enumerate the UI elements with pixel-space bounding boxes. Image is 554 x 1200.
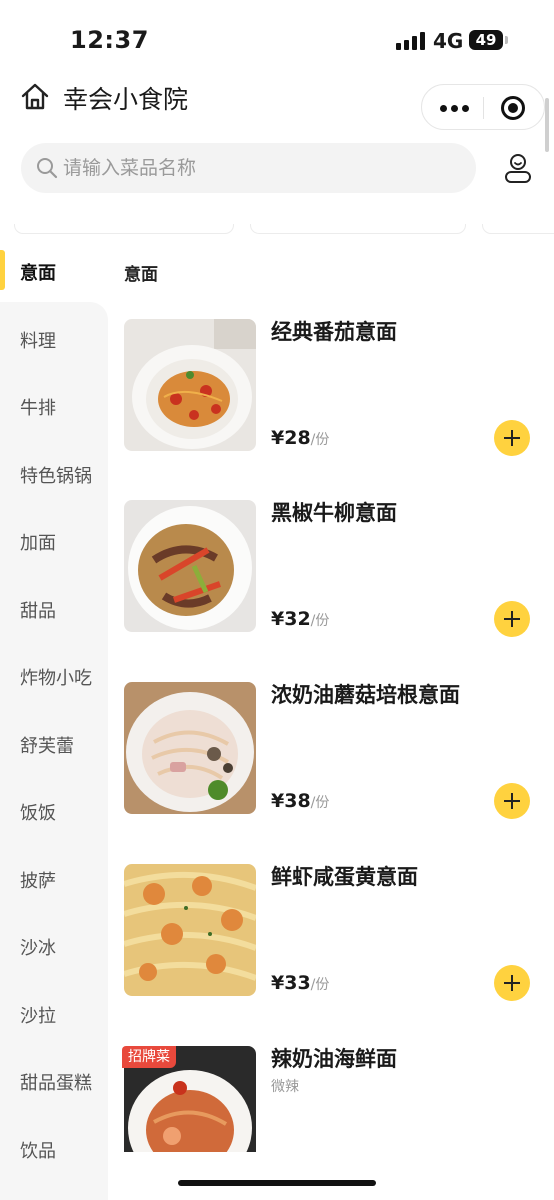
- dish-item[interactable]: 鲜虾咸蛋黄意面 ¥33/份: [124, 864, 544, 1004]
- add-to-cart-button[interactable]: [494, 783, 530, 819]
- dish-price: ¥28/份: [271, 427, 329, 449]
- sidebar-item-smoothie[interactable]: 沙冰: [20, 934, 56, 960]
- section-title: 意面: [124, 265, 158, 285]
- home-indicator: [178, 1180, 376, 1186]
- signature-dish-badge: 招牌菜: [122, 1046, 176, 1068]
- add-to-cart-button[interactable]: [494, 601, 530, 637]
- search-input[interactable]: [63, 151, 463, 185]
- dish-image[interactable]: [124, 500, 256, 632]
- home-icon[interactable]: [20, 82, 50, 112]
- dish-image[interactable]: [124, 864, 256, 996]
- sidebar-item-cuisine[interactable]: 料理: [20, 327, 56, 353]
- sidebar-item-salad[interactable]: 沙拉: [20, 1002, 56, 1028]
- close-mini-program-icon[interactable]: [501, 96, 525, 120]
- sidebar-item-pizza[interactable]: 披萨: [20, 867, 56, 893]
- price-unit: /份: [310, 613, 330, 629]
- sidebar-item-drinks[interactable]: 饮品: [20, 1137, 56, 1163]
- network-type: 4G: [433, 29, 464, 53]
- user-icon[interactable]: [503, 152, 533, 184]
- dish-image[interactable]: [124, 319, 256, 451]
- add-to-cart-button[interactable]: [494, 965, 530, 1001]
- promo-cards-strip: [0, 224, 554, 238]
- sidebar-item-cake[interactable]: 甜品蛋糕: [20, 1069, 92, 1095]
- dish-item[interactable]: 黑椒牛柳意面 ¥32/份: [124, 500, 544, 640]
- price-unit: /份: [310, 795, 330, 811]
- dish-price: ¥32/份: [271, 608, 329, 630]
- sidebar-item-souffle[interactable]: 舒芙蕾: [20, 732, 74, 758]
- battery-icon: 49: [469, 30, 508, 50]
- sidebar-item-dessert[interactable]: 甜品: [20, 597, 56, 623]
- price-value: ¥38: [271, 790, 311, 812]
- more-icon[interactable]: [440, 105, 470, 112]
- price-unit: /份: [310, 977, 330, 993]
- sidebar-item-rice[interactable]: 饭饭: [20, 799, 56, 825]
- dish-item[interactable]: 招牌菜 辣奶油海鲜面 微辣: [122, 1046, 544, 1186]
- price-value: ¥33: [271, 972, 311, 994]
- active-category-indicator: [0, 250, 5, 290]
- category-sidebar: 意面 料理 牛排 特色锅锅 加面 甜品 炸物小吃 舒芙蕾 饭饭 披萨 沙冰 沙拉…: [0, 238, 108, 1200]
- mini-program-capsule: [421, 84, 545, 130]
- scrollbar[interactable]: [545, 98, 549, 152]
- price-unit: /份: [310, 432, 330, 448]
- dish-price: ¥33/份: [271, 972, 329, 994]
- dish-price: ¥38/份: [271, 790, 329, 812]
- dish-item[interactable]: 浓奶油蘑菇培根意面 ¥38/份: [124, 682, 544, 822]
- dish-name: 黑椒牛柳意面: [271, 501, 397, 525]
- capsule-divider: [483, 97, 484, 119]
- spice-level-tag: 微辣: [271, 1079, 299, 1095]
- dish-image[interactable]: [124, 682, 256, 814]
- active-category-corner: [0, 302, 108, 322]
- search-icon: [36, 157, 58, 179]
- sidebar-item-pasta[interactable]: 意面: [20, 259, 56, 285]
- cellular-signal-icon: [396, 32, 426, 50]
- price-value: ¥28: [271, 427, 311, 449]
- dish-name: 鲜虾咸蛋黄意面: [271, 865, 418, 889]
- dish-name: 经典番茄意面: [271, 320, 397, 344]
- dish-name: 浓奶油蘑菇培根意面: [271, 683, 460, 707]
- add-to-cart-button[interactable]: [494, 420, 530, 456]
- dish-name: 辣奶油海鲜面: [271, 1047, 397, 1071]
- sidebar-item-fried-snacks[interactable]: 炸物小吃: [20, 664, 92, 690]
- sidebar-item-steak[interactable]: 牛排: [20, 394, 56, 420]
- sidebar-item-special-pot[interactable]: 特色锅锅: [20, 462, 92, 488]
- page-title: 幸会小食院: [63, 85, 189, 114]
- clock: 12:37: [70, 26, 149, 54]
- dish-item[interactable]: 经典番茄意面 ¥28/份: [124, 319, 544, 459]
- status-bar: 12:37 4G 49: [0, 0, 554, 72]
- sidebar-item-extra-noodles[interactable]: 加面: [20, 529, 56, 555]
- price-value: ¥32: [271, 608, 311, 630]
- search-bar[interactable]: [21, 143, 476, 193]
